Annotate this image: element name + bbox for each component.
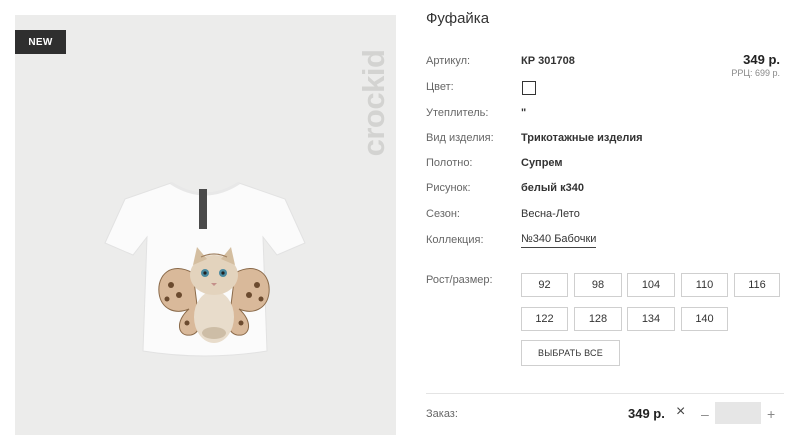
price: 349 р. (743, 52, 780, 67)
quantity-plus-button[interactable]: + (767, 406, 775, 422)
quantity-input[interactable] (715, 402, 761, 424)
product-photo: NEW crockid (15, 15, 396, 435)
label-color: Цвет: (426, 81, 454, 93)
size-option-128[interactable]: 128 (574, 307, 622, 331)
value-season: Весна-Лето (521, 208, 580, 220)
label-pattern: Рисунок: (426, 182, 471, 194)
select-all-button[interactable]: ВЫБРАТЬ ВСЕ (521, 340, 620, 366)
new-badge: NEW (15, 30, 66, 54)
value-fabric: Супрем (521, 157, 563, 169)
size-option-122[interactable]: 122 (521, 307, 568, 331)
tshirt-image (104, 181, 306, 357)
size-option-104[interactable]: 104 (627, 273, 675, 297)
value-insulation: " (521, 107, 527, 119)
sizes-label: Рост/размер: (426, 274, 493, 286)
brand-logo-text: crockid (356, 49, 391, 157)
brand-logo: crockid (356, 33, 391, 173)
label-season: Сезон: (426, 208, 460, 220)
size-option-110[interactable]: 110 (681, 273, 728, 297)
quantity-minus-button[interactable]: – (701, 406, 709, 422)
value-article: КР 301708 (521, 55, 575, 67)
size-option-134[interactable]: 134 (627, 307, 675, 331)
size-option-140[interactable]: 140 (681, 307, 728, 331)
value-item-type: Трикотажные изделия (521, 132, 643, 144)
label-fabric: Полотно: (426, 157, 473, 169)
clear-order-icon[interactable]: × (676, 403, 685, 421)
value-pattern: белый к340 (521, 182, 584, 194)
size-option-116[interactable]: 116 (734, 273, 780, 297)
order-label: Заказ: (426, 408, 458, 420)
rrp-price: РРЦ: 699 р. (731, 68, 780, 78)
size-option-98[interactable]: 98 (574, 273, 622, 297)
collection-link[interactable]: №340 Бабочки (521, 233, 597, 248)
label-collection: Коллекция: (426, 234, 484, 246)
product-title: Фуфайка (426, 10, 490, 27)
label-article: Артикул: (426, 55, 471, 67)
size-option-92[interactable]: 92 (521, 273, 568, 297)
color-swatch-white[interactable] (522, 81, 536, 95)
order-price: 349 р. (628, 406, 665, 421)
order-divider (426, 393, 784, 394)
label-insulation: Утеплитель: (426, 107, 489, 119)
label-item-type: Вид изделия: (426, 132, 494, 144)
